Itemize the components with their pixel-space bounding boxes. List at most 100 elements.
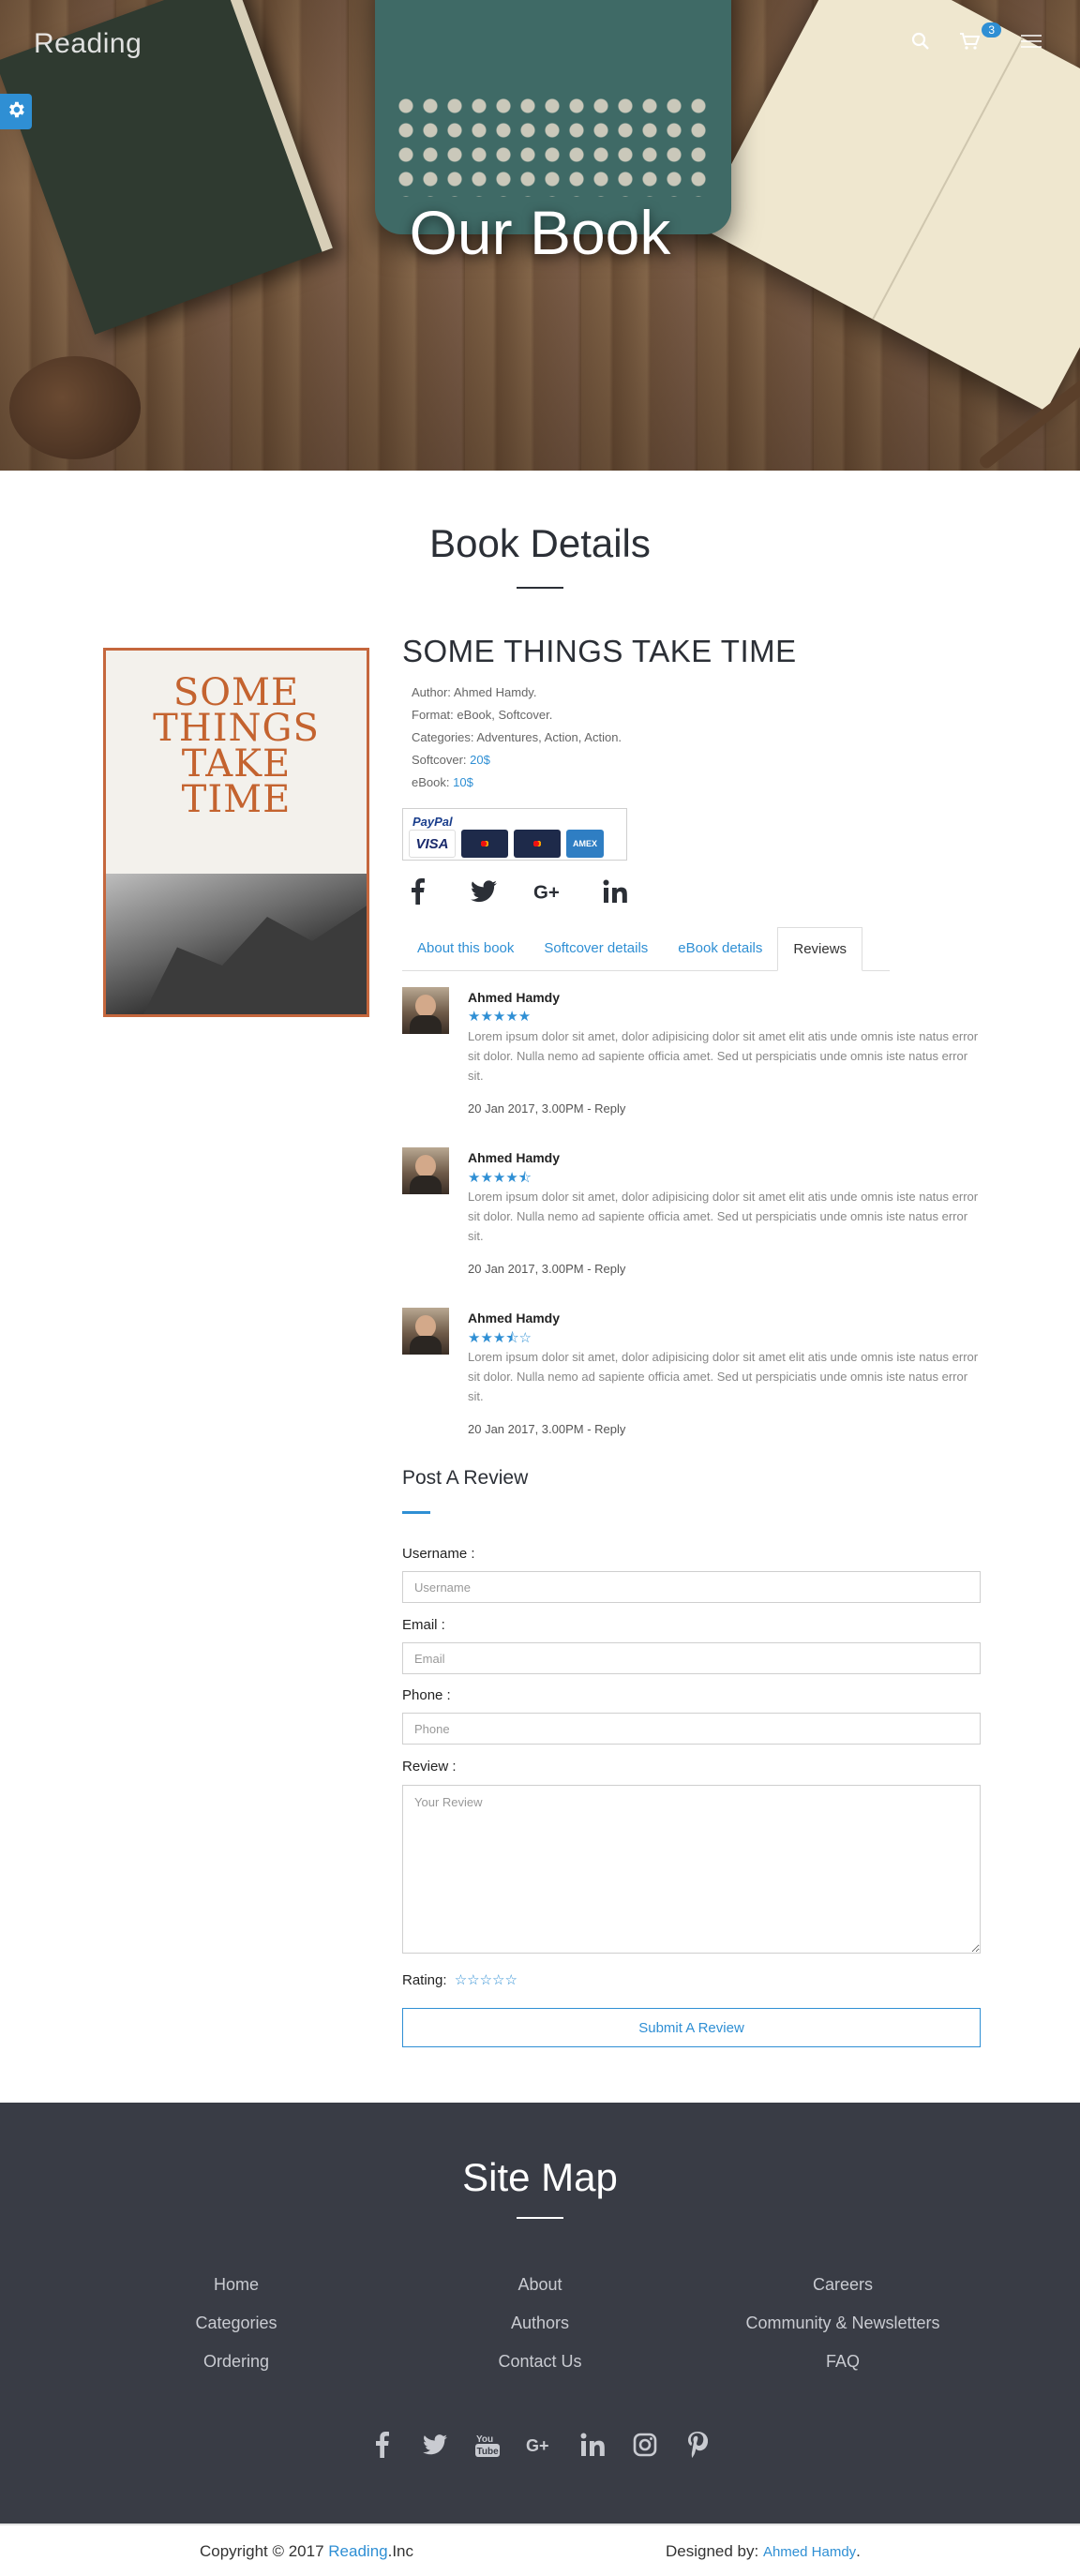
username-label: Username :: [402, 1546, 475, 1562]
section-divider: [517, 587, 563, 589]
review-textarea[interactable]: [402, 1785, 981, 1954]
page-title: Our Book: [409, 198, 671, 267]
phone-input[interactable]: [402, 1713, 981, 1745]
pinterest-icon[interactable]: [683, 2431, 712, 2459]
review-form-divider: [402, 1511, 430, 1514]
maestro-card-icon: [514, 830, 561, 858]
review-text: Lorem ipsum dolor sit amet, dolor adipis…: [468, 1350, 979, 1403]
svg-text:You: You: [476, 2434, 493, 2445]
facebook-icon[interactable]: [368, 2431, 397, 2459]
settings-panel-toggle[interactable]: [0, 94, 32, 129]
review-date-reply[interactable]: 20 Jan 2017, 3.00PM - Reply: [468, 1262, 625, 1276]
footer-link-ordering[interactable]: Ordering: [77, 2343, 396, 2381]
footer-link-community-newsletters[interactable]: Community & Newsletters: [683, 2304, 1002, 2343]
cover-rocks-image: [106, 874, 367, 1014]
sitemap-divider: [517, 2217, 563, 2219]
site-footer: Site Map Home Categories Ordering About …: [0, 2103, 1080, 2524]
cart-count-badge: 3: [982, 22, 1001, 37]
review-label: Review :: [402, 1759, 457, 1775]
avatar: [402, 1308, 449, 1355]
review-author: Ahmed Hamdy: [468, 990, 561, 1005]
book-title: SOME THINGS TAKE TIME: [402, 634, 797, 668]
tab-softcover-details[interactable]: Softcover details: [529, 927, 663, 970]
avatar: [402, 1147, 449, 1194]
footer-link-faq[interactable]: FAQ: [683, 2343, 1002, 2381]
paypal-logo: PayPal: [412, 815, 453, 829]
copyright-text: Copyright © 2017 Reading.Inc: [200, 2542, 414, 2560]
review-item: Ahmed Hamdy ★★★★★ Lorem ipsum dolor sit …: [402, 987, 983, 1118]
copyright-brand-link[interactable]: Reading: [328, 2542, 387, 2560]
svg-text:G+: G+: [526, 2436, 549, 2455]
designer-link[interactable]: Ahmed Hamdy: [763, 2544, 856, 2560]
review-item: Ahmed Hamdy ★★★★⯪ Lorem ipsum dolor sit …: [402, 1147, 983, 1279]
review-author: Ahmed Hamdy: [468, 1150, 561, 1165]
review-author: Ahmed Hamdy: [468, 1310, 561, 1325]
linkedin-icon[interactable]: [578, 2431, 607, 2459]
copyright-bar: Copyright © 2017 Reading.Inc Designed by…: [0, 2524, 1080, 2576]
sitemap-column-3: Careers Community & Newsletters FAQ: [683, 2266, 1002, 2381]
review-form-title: Post A Review: [402, 1467, 529, 1489]
payment-methods: PayPal VISA AMEX: [402, 808, 627, 861]
username-input[interactable]: [402, 1571, 981, 1603]
rating-stars-input[interactable]: ☆☆☆☆☆: [455, 1972, 518, 1988]
email-label: Email :: [402, 1617, 445, 1633]
designer-credit: Designed by: Ahmed Hamdy.: [666, 2542, 861, 2560]
footer-link-authors[interactable]: Authors: [381, 2304, 699, 2343]
tab-reviews[interactable]: Reviews: [777, 927, 863, 971]
gear-icon: [6, 99, 26, 125]
youtube-icon[interactable]: You Tube: [473, 2431, 502, 2459]
facebook-icon[interactable]: [402, 876, 434, 907]
review-date-reply[interactable]: 20 Jan 2017, 3.00PM - Reply: [468, 1101, 625, 1116]
review-rating-stars: ★★★★★: [468, 1009, 532, 1025]
sitemap-title: Site Map: [462, 2155, 618, 2199]
footer-social-links: You Tube G+: [0, 2431, 1080, 2459]
hero-pinecone-image: [9, 356, 141, 459]
tab-about-this-book[interactable]: About this book: [402, 927, 529, 970]
avatar: [402, 987, 449, 1034]
footer-link-contact-us[interactable]: Contact Us: [381, 2343, 699, 2381]
book-cover[interactable]: SOME THINGS TAKE TIME: [103, 648, 369, 1017]
meta-categories: Categories: Adventures, Action, Action.: [412, 730, 622, 744]
meta-ebook-price: eBook: 10$: [412, 775, 473, 789]
site-logo[interactable]: Reading: [34, 28, 142, 60]
meta-author: Author: Ahmed Hamdy.: [412, 685, 537, 699]
review-date-reply[interactable]: 20 Jan 2017, 3.00PM - Reply: [468, 1422, 625, 1436]
cart-icon[interactable]: 3: [958, 22, 1001, 52]
header-actions: 3: [909, 22, 1042, 52]
google-plus-icon[interactable]: G+: [533, 876, 565, 907]
meta-format: Format: eBook, Softcover.: [412, 708, 553, 722]
phone-label: Phone :: [402, 1687, 451, 1703]
mastercard-card-icon: [461, 830, 508, 858]
review-item: Ahmed Hamdy ★★★⯪☆ Lorem ipsum dolor sit …: [402, 1308, 983, 1439]
book-info-tabs: About this book Softcover details eBook …: [402, 927, 890, 971]
svg-text:G+: G+: [533, 883, 560, 903]
tab-ebook-details[interactable]: eBook details: [663, 927, 777, 970]
amex-card-icon: AMEX: [566, 830, 604, 858]
instagram-icon[interactable]: [631, 2431, 659, 2459]
visa-card-icon: VISA: [409, 830, 456, 858]
share-buttons: G+: [402, 876, 631, 907]
linkedin-icon[interactable]: [599, 876, 631, 907]
submit-review-button[interactable]: Submit A Review: [402, 2008, 981, 2047]
footer-link-about[interactable]: About: [381, 2266, 699, 2304]
sitemap-column-1: Home Categories Ordering: [77, 2266, 396, 2381]
svg-text:Tube: Tube: [477, 2447, 500, 2457]
sitemap-column-2: About Authors Contact Us: [381, 2266, 699, 2381]
review-text: Lorem ipsum dolor sit amet, dolor adipis…: [468, 1190, 979, 1243]
meta-softcover-price: Softcover: 20$: [412, 753, 490, 767]
review-text: Lorem ipsum dolor sit amet, dolor adipis…: [468, 1029, 979, 1083]
twitter-icon[interactable]: [421, 2431, 449, 2459]
hero-banner: Reading 3 Our Book: [0, 0, 1080, 471]
rating-label: Rating:: [402, 1972, 447, 1988]
footer-link-categories[interactable]: Categories: [77, 2304, 396, 2343]
cover-title: SOME THINGS TAKE TIME: [153, 671, 320, 821]
email-input[interactable]: [402, 1642, 981, 1674]
footer-link-careers[interactable]: Careers: [683, 2266, 1002, 2304]
menu-icon[interactable]: [1020, 30, 1042, 52]
twitter-icon[interactable]: [468, 876, 500, 907]
section-title: Book Details: [429, 521, 651, 565]
google-plus-icon[interactable]: G+: [526, 2431, 554, 2459]
search-icon[interactable]: [909, 30, 932, 52]
rating-field: Rating: ☆☆☆☆☆: [402, 1971, 518, 1988]
footer-link-home[interactable]: Home: [77, 2266, 396, 2304]
